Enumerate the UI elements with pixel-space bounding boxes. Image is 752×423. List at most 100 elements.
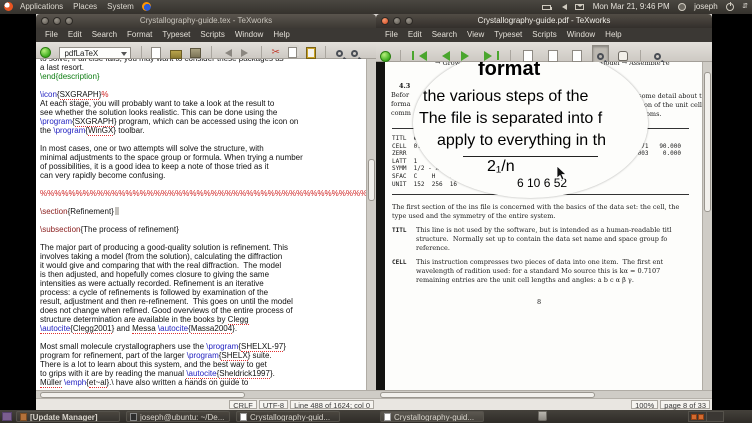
paste-icon[interactable] [305,46,316,59]
separator [640,49,642,63]
editor-statusbar: Line 488 of 1624; col 0 UTF-8 CRLF [36,398,376,410]
power-icon[interactable] [725,2,734,11]
pdf-preview-window: Crystallography-guide.pdf - TeXworks Fil… [376,14,712,410]
code-line: involves taking a model (from the soluti… [40,252,283,261]
titl-label: TITL [392,227,407,234]
code-line: \icon{SXGRAPH}% [40,90,109,100]
new-file-icon[interactable] [151,46,162,59]
menu-item-scripts[interactable]: Scripts [195,28,229,42]
scrollbar-thumb[interactable] [704,72,711,212]
line-ending-indicator[interactable]: CRLF [229,400,257,410]
code-line: %%%%%%%%%%%%%%%%%%%%%%%%%%%%%%%%%%%%%%%%… [40,189,366,198]
pdf-titlebar[interactable]: Crystallography-guide.pdf - TeXworks [376,14,712,28]
code-line: a last resort. [40,63,85,72]
workspace-2[interactable] [706,412,723,421]
taskbar-item-terminal[interactable]: joseph@ubuntu: ~/De... [126,411,230,422]
text-caret [114,207,119,215]
pdf-paragraph: structure. Normally set up to contain th… [416,235,668,243]
magnified-line: the various steps of the [423,88,589,105]
distributor-logo-icon[interactable] [4,2,13,11]
menu-item-help[interactable]: Help [600,28,626,42]
workspace-switcher[interactable] [688,411,724,422]
zoom-indicator: 100% [631,400,659,410]
editor-horizontal-scrollbar[interactable] [36,390,376,398]
terminal-icon [130,413,137,421]
menu-item-file[interactable]: File [40,28,63,42]
workspace-1[interactable] [689,412,707,421]
engine-selector[interactable]: pdfLaTeX [59,46,132,59]
code-line: is then adjusted, and hopefully comes cl… [40,270,270,279]
mail-indicator-icon[interactable] [575,4,585,10]
pdf-text-fragment: forma [391,100,411,108]
minimize-button[interactable] [393,17,401,25]
menu-item-typeset[interactable]: Typeset [489,28,527,42]
pdf-statusbar: page 8 of 33 100% [376,398,712,410]
code-line: \end{description} [40,72,100,81]
menu-item-typeset[interactable]: Typeset [157,28,195,42]
menu-item-format[interactable]: Format [122,28,157,42]
code-line: program for refinement, part of the larg… [40,351,272,361]
firefox-icon[interactable] [141,2,151,11]
volume-icon[interactable] [559,4,568,10]
taskbar-item-tex-document[interactable]: Crystallography-guid... [236,411,340,422]
maximize-button[interactable] [405,17,413,25]
tex-titlebar[interactable]: Crystallography-guide.tex - TeXworks [36,14,376,28]
code-line: process: a cycle of refinements is follo… [40,288,269,297]
code-line: it would give and comparing that with th… [40,261,282,270]
menu-item-search[interactable]: Search [87,28,122,42]
menu-item-edit[interactable]: Edit [63,28,87,42]
close-button[interactable] [381,17,389,25]
menu-item-view[interactable]: View [462,28,489,42]
menu-applications[interactable]: Applications [15,0,68,14]
trash-icon[interactable] [538,411,547,421]
menu-item-help[interactable]: Help [268,28,294,42]
open-file-icon[interactable] [169,49,182,59]
minimize-button[interactable] [53,17,61,25]
editor-vertical-scrollbar[interactable] [366,59,376,390]
redo-icon[interactable] [240,48,252,57]
pdf-paragraph: This instruction compresses two pieces o… [416,258,664,266]
magnified-line: The file is separated into f [419,110,603,127]
encoding-indicator[interactable]: UTF-8 [258,400,289,410]
copy-icon[interactable] [288,47,298,59]
taskbar-item-update-manager[interactable]: [Update Manager] [16,411,120,422]
scrollbar-thumb[interactable] [368,159,375,201]
user-menu[interactable]: joseph [694,0,718,14]
taskbar-item-pdf-document[interactable]: Crystallography-guid... [380,411,484,422]
pdf-vertical-scrollbar[interactable] [702,62,712,390]
menu-item-file[interactable]: File [380,28,403,42]
maximize-button[interactable] [65,17,73,25]
battery-icon[interactable] [541,4,552,10]
source-editor[interactable]: to solve; if all else fails, you may wan… [36,59,366,390]
menu-places[interactable]: Places [68,0,102,14]
menu-item-edit[interactable]: Edit [403,28,427,42]
typeset-button[interactable] [40,47,51,59]
pdf-text-fragment: Befor [391,91,410,99]
menu-item-window[interactable]: Window [562,28,600,42]
save-file-icon[interactable] [190,47,202,58]
clock[interactable]: Mon Mar 21, 9:46 PM [593,0,670,14]
cut-icon[interactable]: ✂ [272,47,280,59]
pdf-viewport[interactable]: → Grow t nected, try Model → Assemble re… [376,62,702,390]
pdf-paragraph: reference. [416,244,450,252]
code-line: result, adjustment and then re-refinemen… [40,297,293,306]
menu-item-search[interactable]: Search [427,28,462,42]
code-line: to grips with it are by reading the manu… [40,369,275,379]
window-list-icon[interactable] [2,412,12,421]
menu-item-window[interactable]: Window [230,28,268,42]
replace-icon[interactable] [351,50,359,58]
undo-icon[interactable] [221,48,233,57]
code-line: \section{Refinement} [40,207,366,216]
user-avatar-icon[interactable] [677,3,686,11]
separator [400,49,402,63]
menu-system[interactable]: System [102,0,139,14]
pdf-paragraph: type used and the symmetry of the entire… [392,212,556,220]
menu-item-scripts[interactable]: Scripts [527,28,561,42]
typeset-button[interactable] [380,50,391,62]
close-button[interactable] [41,17,49,25]
find-icon[interactable] [335,50,343,58]
updown-arrows-icon[interactable]: ⇵ [742,0,748,14]
cell-label: CELL [392,259,407,266]
pdf-horizontal-scrollbar[interactable] [376,390,712,398]
